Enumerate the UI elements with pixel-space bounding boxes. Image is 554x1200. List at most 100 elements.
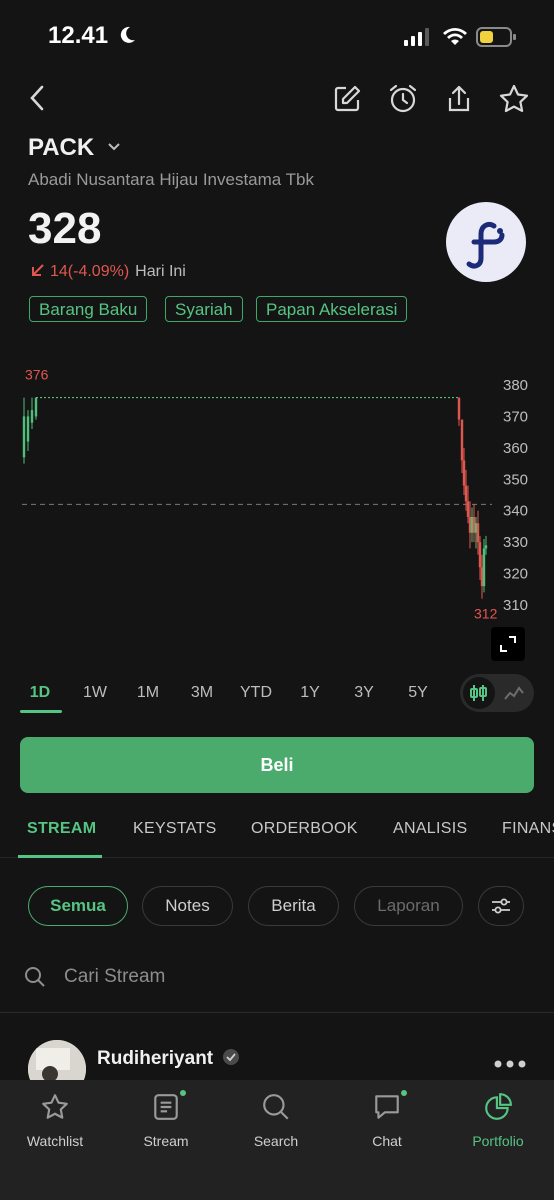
line-chart-button[interactable] xyxy=(498,677,530,709)
ticker-selector[interactable]: PACK xyxy=(28,134,121,162)
stream-search-input[interactable]: Cari Stream xyxy=(24,960,534,994)
stock-price: 328 xyxy=(28,204,102,253)
search-icon xyxy=(263,1094,289,1120)
tab-orderbook[interactable]: ORDERBOOK xyxy=(251,820,358,838)
moon-icon xyxy=(120,26,135,43)
search-icon xyxy=(25,967,45,987)
range-tab-5y[interactable]: 5Y xyxy=(398,684,438,702)
tab-keystats[interactable]: KEYSTATS xyxy=(133,820,217,838)
buy-button[interactable]: Beli xyxy=(20,737,534,793)
price-chart[interactable]: 380 370 360 350 340 330 320 310 376 312 xyxy=(0,360,554,670)
y-tick-label: 340 xyxy=(503,503,528,520)
candle-body xyxy=(478,542,482,568)
share-icon xyxy=(448,85,470,112)
y-tick-label: 380 xyxy=(503,377,528,394)
candle-body xyxy=(484,545,488,549)
username-text: Rudiheriyant xyxy=(97,1048,214,1069)
candlestick-chart-button[interactable] xyxy=(463,677,495,709)
y-tick-label: 310 xyxy=(503,597,528,614)
nav-item-search[interactable]: Search xyxy=(231,1092,321,1149)
nav-label: Search xyxy=(253,1133,299,1149)
tab-analisis[interactable]: ANALISIS xyxy=(393,820,467,838)
portfolio-icon xyxy=(485,1093,512,1120)
range-tab-1y[interactable]: 1Y xyxy=(290,684,330,702)
chevron-down-icon xyxy=(108,143,120,151)
alarm-icon xyxy=(389,84,417,113)
nav-label: Watchlist xyxy=(26,1133,84,1149)
range-tab-1w[interactable]: 1W xyxy=(75,684,115,702)
post-username[interactable]: Rudiheriyant xyxy=(97,1048,240,1070)
low-price-label: 312 xyxy=(474,606,498,622)
ticker-symbol: PACK xyxy=(28,134,95,161)
range-tab-1m[interactable]: 1M xyxy=(128,684,168,702)
candlestick-icon xyxy=(470,685,487,701)
edit-icon xyxy=(334,85,361,112)
tab-stream[interactable]: STREAM xyxy=(27,820,96,838)
candle-body xyxy=(462,460,466,486)
price-change: 14(-4.09%) Hari Ini xyxy=(30,262,186,281)
sliders-icon xyxy=(492,898,510,914)
candle-body xyxy=(464,485,468,502)
tag-board[interactable]: Papan Akselerasi xyxy=(256,296,408,322)
star-icon xyxy=(499,84,529,113)
expand-icon xyxy=(500,636,516,652)
filter-settings-button[interactable] xyxy=(478,886,524,926)
candle-body xyxy=(466,501,470,517)
tab-underline xyxy=(18,855,102,858)
more-options-button[interactable] xyxy=(494,1056,526,1074)
edit-button[interactable] xyxy=(329,81,365,117)
tag-sector[interactable]: Barang Baku xyxy=(29,296,148,322)
price-change-period: Hari Ini xyxy=(135,263,186,280)
nav-item-portfolio[interactable]: Portfolio xyxy=(453,1092,543,1149)
notification-dot xyxy=(180,1090,186,1096)
battery-icon xyxy=(476,26,518,53)
range-tab-3y[interactable]: 3Y xyxy=(344,684,384,702)
candle-body xyxy=(460,419,464,461)
candle-body xyxy=(34,397,38,417)
arrow-down-left-icon xyxy=(32,264,44,276)
range-tab-ytd[interactable]: YTD xyxy=(236,684,276,702)
verified-icon xyxy=(223,1049,240,1065)
y-tick-label: 330 xyxy=(503,534,528,551)
more-icon xyxy=(494,1060,526,1068)
y-tick-label: 370 xyxy=(503,408,528,425)
range-tab-3m[interactable]: 3M xyxy=(182,684,222,702)
filter-chip-laporan[interactable]: Laporan xyxy=(354,886,463,926)
chat-icon xyxy=(375,1095,399,1119)
range-underline xyxy=(20,710,62,713)
y-tick-label: 320 xyxy=(503,566,528,583)
star-icon xyxy=(42,1094,68,1119)
notification-dot xyxy=(401,1090,407,1096)
alarm-button[interactable] xyxy=(385,81,421,117)
candle-body xyxy=(26,416,30,442)
nav-label: Stream xyxy=(143,1133,189,1149)
tab-finans[interactable]: FINANS xyxy=(502,820,554,838)
filter-chip-berita[interactable]: Berita xyxy=(248,886,339,926)
favorite-button[interactable] xyxy=(496,81,532,117)
line-chart-icon xyxy=(504,686,524,700)
company-logo xyxy=(446,202,526,282)
filter-chip-notes[interactable]: Notes xyxy=(142,886,233,926)
tag-sharia[interactable]: Syariah xyxy=(165,296,243,322)
nav-item-watchlist[interactable]: Watchlist xyxy=(10,1092,100,1149)
price-change-value: 14(-4.09%) xyxy=(50,263,130,280)
wifi-icon xyxy=(442,25,468,52)
nav-label: Chat xyxy=(372,1133,402,1149)
candle-body xyxy=(30,410,34,423)
back-button[interactable] xyxy=(20,80,56,116)
signal-icon xyxy=(404,28,430,51)
candle-body xyxy=(476,523,480,543)
candle-body xyxy=(22,416,26,458)
nav-label: Portfolio xyxy=(472,1133,524,1149)
share-button[interactable] xyxy=(441,81,477,117)
nav-item-stream[interactable]: Stream xyxy=(121,1090,211,1149)
range-tab-1d[interactable]: 1D xyxy=(20,684,60,702)
y-tick-label: 350 xyxy=(503,471,528,488)
chevron-left-icon xyxy=(30,85,44,111)
chart-type-toggle[interactable] xyxy=(460,674,534,712)
stream-icon xyxy=(154,1094,178,1120)
expand-chart-button[interactable] xyxy=(491,627,525,661)
nav-item-chat[interactable]: Chat xyxy=(342,1090,432,1149)
filter-chip-semua[interactable]: Semua xyxy=(28,886,128,926)
company-name: Abadi Nusantara Hijau Investama Tbk xyxy=(28,170,315,189)
